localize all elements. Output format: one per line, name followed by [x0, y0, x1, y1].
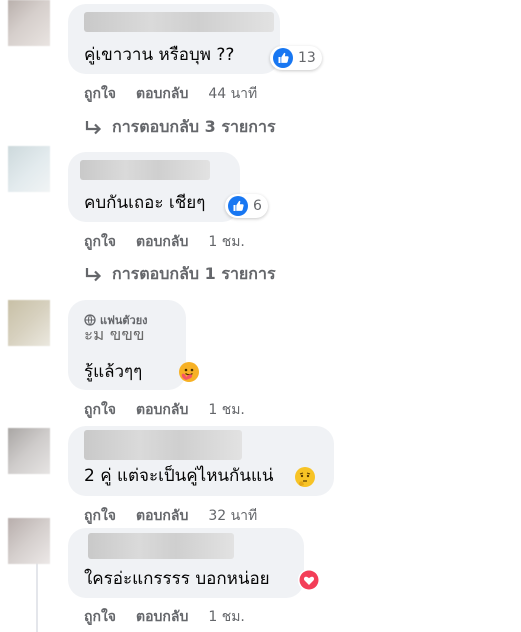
reply-button[interactable]: ตอบกลับ	[136, 83, 188, 105]
timestamp[interactable]: 1 ชม.	[208, 606, 245, 628]
top-fan-label: แฟนตัวยง	[100, 314, 148, 327]
globe-badge-icon	[84, 314, 96, 326]
view-replies-link[interactable]: การตอบกลับ 3 รายการ	[84, 115, 276, 140]
comment-text: รู้แล้วๆๆ	[84, 362, 143, 382]
like-icon	[228, 196, 248, 216]
reply-button[interactable]: ตอบกลับ	[136, 231, 188, 253]
like-button[interactable]: ถูกใจ	[84, 399, 116, 421]
avatar[interactable]	[8, 146, 50, 192]
comment-text: คู่เขาวาน หรือบุพ ??	[84, 45, 235, 65]
timestamp[interactable]: 32 นาที	[208, 505, 257, 527]
avatar[interactable]	[8, 518, 50, 564]
reply-button[interactable]: ตอบกลับ	[136, 399, 188, 421]
love-icon[interactable]	[298, 569, 320, 591]
reaction-summary[interactable]: 6	[225, 194, 268, 218]
comment-actions: ถูกใจ ตอบกลับ 1 ชม.	[84, 231, 245, 253]
reply-button[interactable]: ตอบกลับ	[136, 505, 188, 527]
comment-actions: ถูกใจ ตอบกลับ 32 นาที	[84, 505, 257, 527]
like-button[interactable]: ถูกใจ	[84, 505, 116, 527]
commenter-name-redacted[interactable]	[88, 533, 234, 559]
replies-count-label[interactable]: การตอบกลับ 1 รายการ	[112, 262, 276, 287]
reply-arrow-icon	[85, 120, 102, 134]
top-fan-badge: แฟนตัวยง	[84, 311, 148, 329]
like-button[interactable]: ถูกใจ	[84, 83, 116, 105]
like-icon	[273, 48, 293, 68]
comment-actions: ถูกใจ ตอบกลับ 1 ชม.	[84, 606, 245, 628]
comment-text: ใครอ่ะแกรรรร บอกหน่อย	[84, 569, 270, 589]
reply-button[interactable]: ตอบกลับ	[136, 606, 188, 628]
avatar[interactable]	[8, 428, 50, 474]
avatar[interactable]	[8, 0, 50, 46]
avatar[interactable]	[8, 300, 50, 346]
like-button[interactable]: ถูกใจ	[84, 231, 116, 253]
view-replies-link[interactable]: การตอบกลับ 1 รายการ	[84, 262, 276, 287]
commenter-name-redacted[interactable]	[80, 160, 210, 180]
timestamp[interactable]: 1 ชม.	[208, 399, 245, 421]
comment-actions: ถูกใจ ตอบกลับ 1 ชม.	[84, 399, 245, 421]
commenter-name-redacted[interactable]	[84, 430, 242, 460]
comment-line: ะม ขขข	[84, 331, 145, 343]
replies-count-label[interactable]: การตอบกลับ 3 รายการ	[112, 115, 276, 140]
reaction-summary[interactable]: 13	[270, 46, 322, 70]
thinking-emoji-icon	[295, 467, 315, 487]
comment-actions: ถูกใจ ตอบกลับ 44 นาที	[84, 83, 257, 105]
commenter-name-redacted[interactable]	[84, 12, 274, 32]
reply-arrow-icon	[85, 267, 102, 281]
reaction-count: 13	[298, 50, 316, 66]
reaction-count: 6	[253, 198, 262, 214]
comment-text: คบกันเถอะ เชียๆ	[84, 193, 206, 213]
like-button[interactable]: ถูกใจ	[84, 606, 116, 628]
timestamp[interactable]: 1 ชม.	[208, 231, 245, 253]
timestamp[interactable]: 44 นาที	[208, 83, 257, 105]
comment-text: 2 คู่ แต่จะเป็นคู่ไหนกันแน่	[84, 466, 274, 486]
care-icon[interactable]	[178, 361, 200, 383]
